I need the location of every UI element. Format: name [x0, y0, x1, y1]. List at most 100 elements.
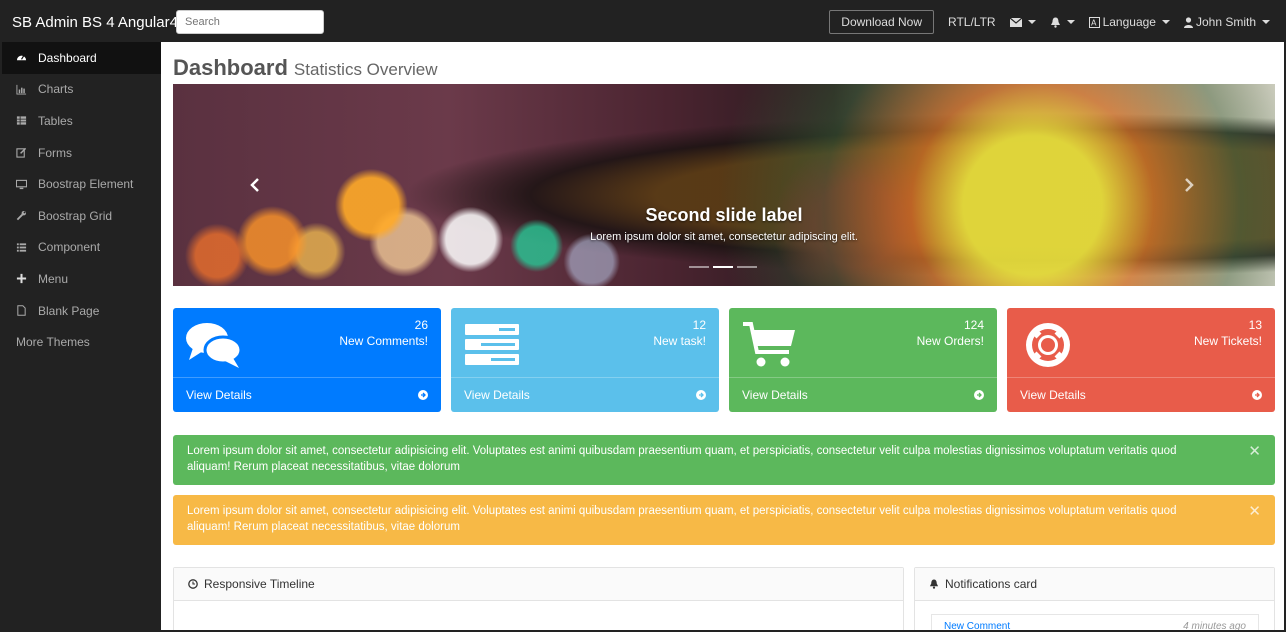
- alert-text: Lorem ipsum dolor sit amet, consectetur …: [187, 505, 1177, 533]
- warning-alert: Lorem ipsum dolor sit amet, consectetur …: [173, 495, 1275, 545]
- chevron-down-icon: [1262, 20, 1270, 24]
- view-details-label: View Details: [742, 388, 808, 402]
- sidebar-item-blank-page[interactable]: Blank Page: [2, 295, 161, 327]
- sidebar-item-component[interactable]: Component: [2, 232, 161, 264]
- arrow-circle-right-icon: [418, 390, 428, 400]
- stat-card-orders: 124 New Orders! View Details: [729, 308, 997, 412]
- view-details-link[interactable]: View Details: [1007, 378, 1275, 412]
- tasks-icon: [465, 324, 519, 365]
- chevron-down-icon: [1027, 20, 1036, 24]
- arrow-circle-right-icon: [974, 390, 984, 400]
- language-label: Language: [1102, 15, 1156, 29]
- notifications-panel: Notifications card New Comment 4 minutes…: [914, 567, 1275, 632]
- sidebar-item-forms[interactable]: Forms: [2, 137, 161, 169]
- stat-cards: 26 New Comments! View Details 12 New tas…: [173, 308, 1275, 412]
- sidebar-item-label: Dashboard: [38, 50, 97, 65]
- brand-link[interactable]: SB Admin BS 4 Angular4: [12, 14, 178, 31]
- arrow-circle-right-icon: [696, 390, 706, 400]
- navbar-right: Download Now RTL/LTR A Language John Smi…: [829, 10, 1284, 34]
- language-dropdown[interactable]: A Language: [1088, 15, 1170, 29]
- carousel-indicators: [689, 266, 757, 268]
- sidebar-item-menu[interactable]: Menu: [2, 263, 161, 295]
- close-icon[interactable]: ✕: [1248, 444, 1261, 460]
- view-details-label: View Details: [464, 388, 530, 402]
- chevron-down-icon: [1161, 20, 1170, 24]
- notifications-panel-header: Notifications card: [915, 568, 1274, 601]
- bar-chart-icon: [16, 84, 38, 95]
- app-frame: SB Admin BS 4 Angular4 Download Now RTL/…: [0, 0, 1286, 632]
- wrench-icon: [16, 210, 38, 221]
- svg-text:A: A: [1091, 18, 1097, 27]
- stat-count: 12: [692, 318, 706, 332]
- language-icon: A: [1088, 16, 1100, 28]
- arrow-circle-right-icon: [1252, 390, 1262, 400]
- carousel-caption: Second slide label Lorem ipsum dolor sit…: [173, 205, 1275, 243]
- success-alert: Lorem ipsum dolor sit amet, consectetur …: [173, 435, 1275, 485]
- carousel-indicator[interactable]: [737, 266, 757, 268]
- stat-label: New Tickets!: [1193, 334, 1262, 348]
- notifications-title: Notifications card: [945, 577, 1038, 591]
- sidebar-item-bootstrap-element[interactable]: Boostrap Element: [2, 168, 161, 200]
- chevron-down-icon: [1066, 20, 1075, 24]
- notification-time: 4 minutes ago: [1183, 621, 1246, 632]
- sidebar-item-label: Blank Page: [38, 303, 100, 318]
- sidebar-item-label: Forms: [38, 145, 72, 160]
- dashboard-icon: [16, 52, 38, 63]
- sidebar-item-label: Charts: [38, 82, 74, 97]
- sidebar-item-bootstrap-grid[interactable]: Boostrap Grid: [2, 200, 161, 232]
- stat-card-tickets: 13 New Tickets! View Details: [1007, 308, 1275, 412]
- shopping-cart-icon: [743, 322, 795, 367]
- plus-icon: [16, 273, 38, 284]
- carousel-title: Second slide label: [645, 205, 803, 225]
- sidebar-item-label: Boostrap Element: [38, 177, 134, 192]
- notification-item[interactable]: New Comment 4 minutes ago: [931, 614, 1259, 632]
- sidebar-item-charts[interactable]: Charts: [2, 74, 161, 106]
- sidebar-item-dashboard[interactable]: Dashboard: [2, 42, 161, 74]
- download-now-button[interactable]: Download Now: [829, 10, 934, 34]
- sidebar-item-label: More Themes: [16, 335, 90, 350]
- comments-icon: [186, 323, 243, 368]
- page-header: Dashboard Statistics Overview: [173, 55, 1275, 83]
- search-input[interactable]: [176, 10, 324, 34]
- alert-text: Lorem ipsum dolor sit amet, consectetur …: [187, 445, 1177, 473]
- user-name: John Smith: [1195, 15, 1256, 29]
- view-details-link[interactable]: View Details: [451, 378, 719, 412]
- sidebar: Dashboard Charts Tables Forms Boostrap E…: [2, 42, 161, 630]
- rtl-ltr-toggle[interactable]: RTL/LTR: [948, 15, 996, 29]
- carousel-text: Lorem ipsum dolor sit amet, consectetur …: [590, 231, 858, 243]
- sidebar-item-tables[interactable]: Tables: [2, 105, 161, 137]
- view-details-label: View Details: [186, 388, 252, 402]
- top-navbar: SB Admin BS 4 Angular4 Download Now RTL/…: [2, 2, 1284, 42]
- stat-card-tasks: 12 New task! View Details: [451, 308, 719, 412]
- user-icon: [1183, 16, 1193, 28]
- image-carousel: Second slide label Lorem ipsum dolor sit…: [173, 84, 1275, 286]
- bell-icon: [1050, 17, 1060, 28]
- clock-icon: [188, 579, 198, 589]
- stat-count: 124: [963, 318, 984, 332]
- sidebar-item-more-themes[interactable]: More Themes: [2, 326, 161, 358]
- sidebar-item-label: Tables: [38, 113, 73, 128]
- carousel-next-icon[interactable]: [1181, 177, 1197, 193]
- timeline-title: Responsive Timeline: [204, 577, 315, 591]
- life-ring-icon: [1026, 323, 1070, 367]
- view-details-link[interactable]: View Details: [729, 378, 997, 412]
- view-details-label: View Details: [1020, 388, 1086, 402]
- close-icon[interactable]: ✕: [1248, 504, 1261, 520]
- carousel-prev-icon[interactable]: [247, 177, 263, 193]
- alerts-dropdown[interactable]: [1050, 17, 1075, 28]
- bell-icon: [929, 579, 939, 589]
- view-details-link[interactable]: View Details: [173, 378, 441, 412]
- carousel-indicator-active[interactable]: [713, 266, 733, 268]
- sidebar-item-label: Component: [38, 240, 101, 255]
- edit-icon: [16, 147, 38, 158]
- stat-label: New task!: [653, 334, 706, 348]
- list-icon: [16, 242, 38, 253]
- messages-dropdown[interactable]: [1009, 17, 1036, 27]
- page-subtitle: Statistics Overview: [293, 60, 438, 79]
- page-title: Dashboard: [173, 55, 288, 80]
- carousel-indicator[interactable]: [689, 266, 709, 268]
- sidebar-item-label: Menu: [38, 271, 69, 286]
- stat-count: 13: [1248, 318, 1262, 332]
- user-dropdown[interactable]: John Smith: [1183, 15, 1270, 29]
- file-icon: [16, 305, 38, 316]
